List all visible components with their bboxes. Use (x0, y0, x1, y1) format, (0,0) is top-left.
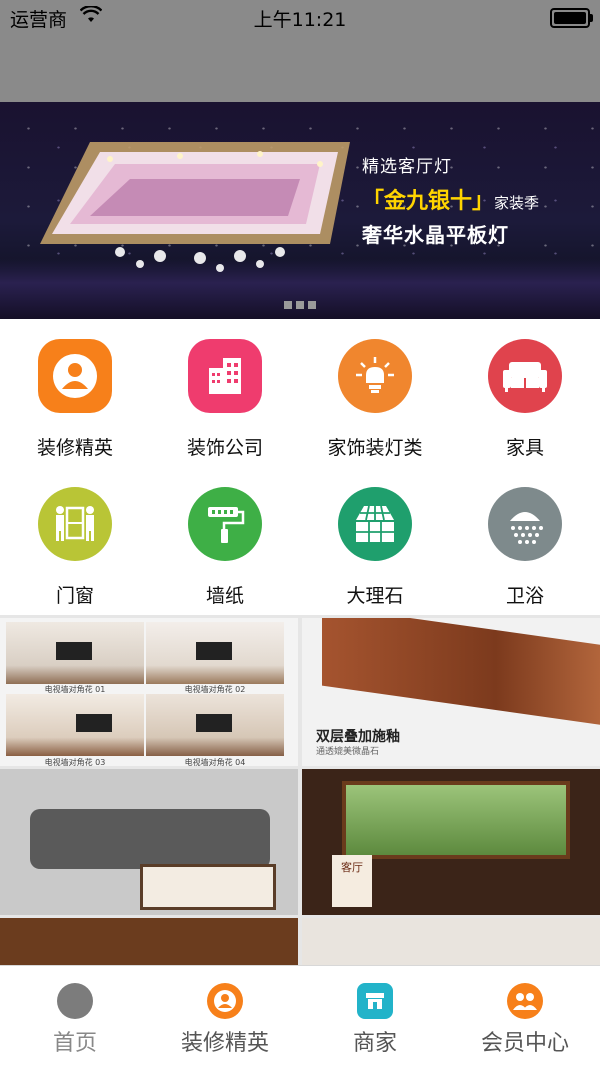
store-icon (357, 983, 393, 1019)
category-label: 卫浴 (505, 585, 544, 607)
tab-home[interactable]: 首页 (0, 966, 150, 1068)
tab-member-center[interactable]: 会员中心 (450, 966, 600, 1068)
person-icon (207, 983, 243, 1019)
category-label: 墙纸 (205, 585, 244, 607)
category-label: 大理石 (346, 585, 404, 607)
category-decoration-company[interactable]: 装饰公司 (150, 319, 300, 467)
door-movers-icon (38, 487, 112, 561)
category-lighting[interactable]: 家饰装灯类 (300, 319, 450, 467)
category-label: 门窗 (55, 585, 94, 607)
product-tile-tv-wall[interactable]: 电视墙对角花 01 电视墙对角花 02 电视墙对角花 03 电视墙对角花 04 (0, 618, 298, 766)
tab-label: 商家 (352, 1031, 397, 1056)
floor-caption: 双层叠加施釉 (316, 729, 400, 745)
tab-bar: 首页 装修精英 商家 会员中心 (0, 965, 600, 1068)
category-label: 装修精英 (36, 437, 113, 459)
product-image-grid: 电视墙对角花 01 电视墙对角花 02 电视墙对角花 03 电视墙对角花 04 … (0, 615, 600, 965)
category-grid: 装修精英 装饰公司 家饰装灯类 家具 门窗 墙纸 大理石 卫浴 (0, 319, 600, 615)
banner-highlight: 「金九银十」 (362, 189, 495, 214)
product-tile-sofa[interactable] (0, 769, 298, 915)
person-icon (38, 339, 112, 413)
category-bathroom[interactable]: 卫浴 (450, 467, 600, 615)
sofa-icon (488, 339, 562, 413)
status-bar: 运营商 上午11:21 (0, 0, 600, 34)
category-doors-windows[interactable]: 门窗 (0, 467, 150, 615)
category-decoration-elite[interactable]: 装修精英 (0, 319, 150, 467)
tab-label: 会员中心 (480, 1031, 569, 1056)
category-marble[interactable]: 大理石 (300, 467, 450, 615)
category-label: 家具 (505, 437, 544, 459)
product-tile-carved-frame[interactable] (0, 918, 298, 965)
banner-line-1: 精选客厅灯 (362, 157, 452, 177)
tab-decoration-elite[interactable]: 装修精英 (150, 966, 300, 1068)
tab-label: 装修精英 (180, 1031, 269, 1056)
banner-line-3: 奢华水晶平板灯 (362, 223, 509, 247)
tab-label: 首页 (52, 1031, 97, 1056)
chandelier-image (40, 142, 350, 272)
members-icon (507, 983, 543, 1019)
category-wallpaper[interactable]: 墙纸 (150, 467, 300, 615)
tv-wall-caption: 电视墙对角花 03 (44, 758, 106, 766)
promo-banner[interactable]: 精选客厅灯 「金九银十」家装季 奢华水晶平板灯 (0, 102, 600, 319)
product-tile-floor-tile[interactable]: 双层叠加施釉 通透媲美微晶石 (302, 618, 600, 766)
product-tile-staircase[interactable] (302, 918, 600, 965)
building-icon (188, 339, 262, 413)
paint-roller-icon (188, 487, 262, 561)
tiles-icon (338, 487, 412, 561)
product-tile-window[interactable]: 客厅 (302, 769, 600, 915)
battery-icon (550, 8, 593, 28)
clock: 上午11:21 (253, 9, 347, 31)
tab-merchants[interactable]: 商家 (300, 966, 450, 1068)
home-icon (57, 983, 93, 1019)
category-label: 装饰公司 (186, 437, 263, 459)
banner-page-indicator[interactable] (284, 294, 320, 313)
category-label: 家饰装灯类 (327, 437, 423, 459)
banner-line-2-suffix: 家装季 (494, 194, 540, 212)
category-furniture[interactable]: 家具 (450, 319, 600, 467)
tv-wall-caption: 电视墙对角花 04 (184, 758, 246, 766)
shower-icon (488, 487, 562, 561)
navigation-bar (0, 34, 600, 102)
floor-subcaption: 通透媲美微晶石 (316, 747, 380, 757)
window-tag: 客厅 (332, 855, 372, 907)
lightbulb-icon (338, 339, 412, 413)
